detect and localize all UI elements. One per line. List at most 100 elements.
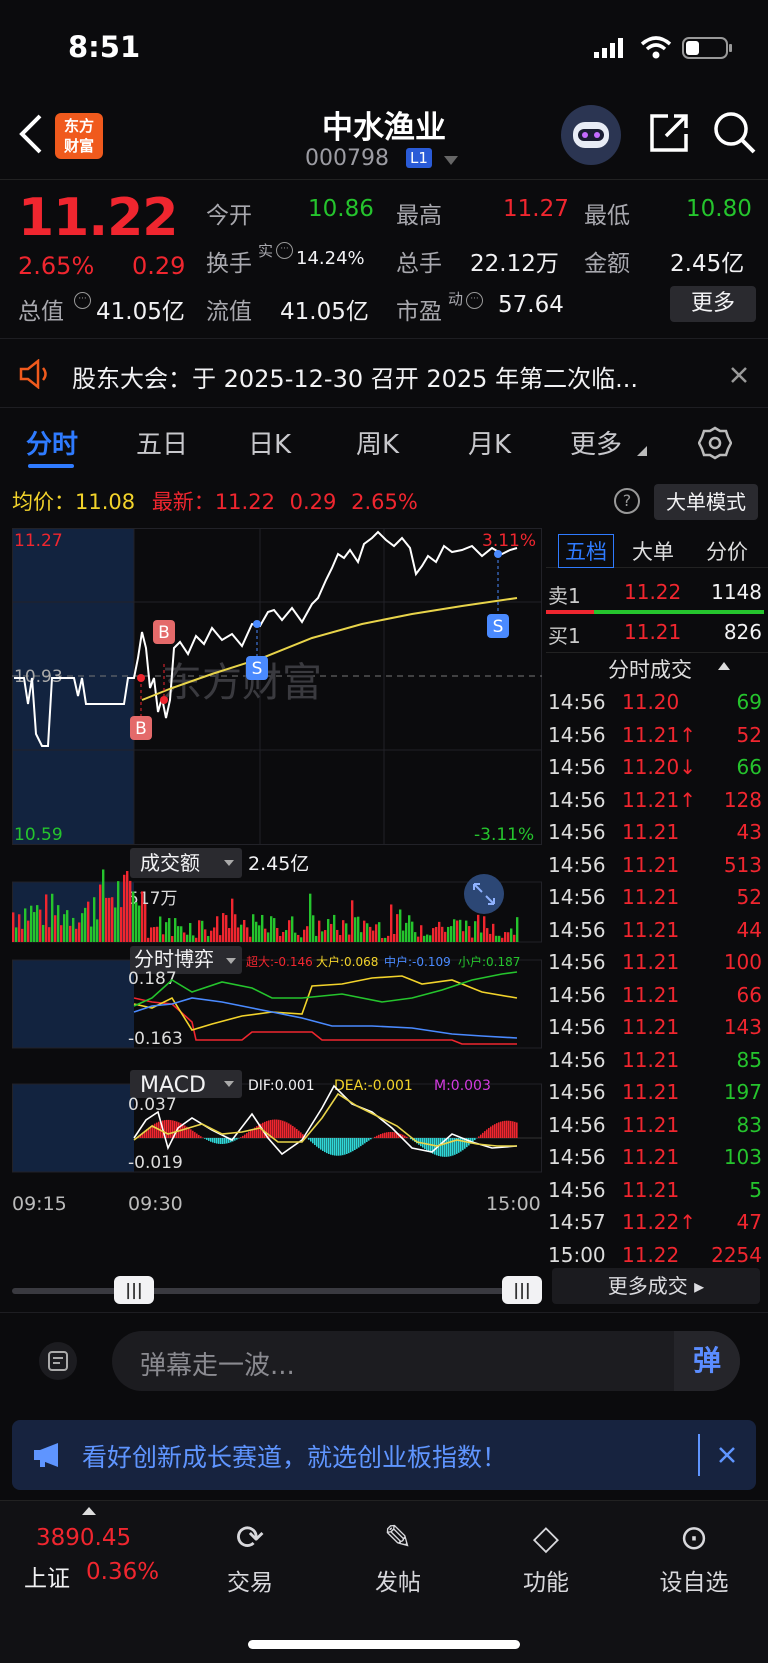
buy1-row: 买1 11.21 826 bbox=[548, 620, 762, 648]
macd-bar bbox=[314, 1138, 316, 1146]
macd-bar bbox=[510, 1120, 512, 1138]
volume-bar bbox=[513, 934, 516, 942]
settings-icon[interactable] bbox=[698, 426, 732, 460]
info-icon[interactable]: ··· bbox=[466, 292, 483, 309]
quote-panel: 11.22 2.65% 0.29 今开 10.86 最高 11.27 最低 10… bbox=[0, 182, 768, 330]
tab-weekly-k[interactable]: 周K bbox=[356, 424, 399, 461]
range-slider-track[interactable] bbox=[12, 1288, 542, 1294]
search-icon[interactable] bbox=[712, 110, 756, 154]
index-pct[interactable]: 0.36% bbox=[86, 1559, 159, 1585]
index-name[interactable]: 上证 bbox=[24, 1559, 70, 1593]
volume-bar bbox=[225, 915, 228, 942]
sell-marker[interactable]: S bbox=[487, 550, 509, 638]
ticks-title[interactable]: 分时成交 bbox=[608, 654, 692, 684]
tab-intraday[interactable]: 分时 bbox=[26, 424, 78, 461]
volume-bar bbox=[252, 914, 255, 942]
index-value[interactable]: 3890.45 bbox=[36, 1525, 131, 1551]
nav-trade[interactable]: ⟳ 交易 bbox=[190, 1515, 310, 1597]
share-icon[interactable] bbox=[648, 112, 690, 154]
macd-bar bbox=[508, 1120, 510, 1138]
level-badge: L1 bbox=[406, 148, 432, 168]
volume-bar bbox=[510, 928, 513, 942]
volume-bar bbox=[408, 915, 411, 942]
volume-bar bbox=[474, 921, 477, 942]
danmu-send-button[interactable]: 弹 bbox=[674, 1331, 740, 1391]
volume-bar bbox=[270, 916, 273, 942]
expand-up-icon[interactable] bbox=[82, 1507, 96, 1515]
macd-bar bbox=[448, 1138, 450, 1157]
tick-row: 14:57 11.22↑ 47 bbox=[548, 1210, 762, 1234]
volume-bar bbox=[42, 924, 45, 942]
chevron-down-icon[interactable] bbox=[444, 156, 458, 166]
macd-bar bbox=[348, 1138, 350, 1154]
chat-icon[interactable] bbox=[38, 1341, 78, 1381]
sort-up-icon bbox=[718, 662, 730, 670]
macd-bar bbox=[292, 1125, 294, 1138]
expand-icon[interactable] bbox=[464, 874, 504, 914]
volume-bar bbox=[186, 934, 189, 942]
volume-bar bbox=[93, 897, 96, 942]
nav-function[interactable]: ◇ 功能 bbox=[486, 1515, 606, 1597]
tab-price-distribution[interactable]: 分价 bbox=[706, 536, 748, 566]
close-icon[interactable] bbox=[730, 366, 748, 384]
volume-bar bbox=[267, 932, 270, 942]
macd-bar bbox=[492, 1125, 494, 1138]
macd-bar bbox=[362, 1138, 364, 1145]
more-trades-button[interactable]: 更多成交 ▸ bbox=[552, 1268, 760, 1304]
volume-bar bbox=[153, 927, 156, 942]
more-button[interactable]: 更多 bbox=[670, 286, 756, 322]
info-icon[interactable]: ··· bbox=[276, 242, 293, 259]
nav-watchlist[interactable]: ⊙ 设自选 bbox=[634, 1515, 754, 1597]
macd-bar bbox=[358, 1138, 360, 1148]
tab-big-order[interactable]: 大单 bbox=[632, 536, 674, 566]
notice-bar[interactable]: 股东大会：于 2025-12-30 召开 2025 年第二次临... bbox=[0, 338, 768, 408]
speaker-icon bbox=[19, 359, 47, 389]
latest-price: 11.22 bbox=[214, 490, 275, 514]
volume-bar bbox=[492, 923, 495, 942]
macd-bar bbox=[214, 1138, 216, 1144]
big-order-mode-button[interactable]: 大单模式 bbox=[654, 484, 758, 520]
volume-bar bbox=[246, 927, 249, 942]
volume-bar bbox=[12, 912, 15, 942]
volume-bar bbox=[192, 935, 195, 942]
volume-bar bbox=[351, 900, 354, 942]
ad-banner[interactable]: 看好创新成长赛道，就选创业板指数！ bbox=[12, 1420, 756, 1490]
tab-more[interactable]: 更多 bbox=[570, 424, 622, 461]
bottom-nav: 3890.45 上证 0.36% ⟳ 交易 ✎ 发帖 ◇ 功能 ⊙ 设自选 bbox=[0, 1500, 768, 1663]
robot-avatar-icon[interactable] bbox=[560, 104, 622, 166]
volume-bar bbox=[54, 915, 57, 942]
volume-bar bbox=[300, 937, 303, 942]
amount-label: 金额 bbox=[584, 251, 630, 277]
macd-bar bbox=[418, 1138, 420, 1145]
volume-bar bbox=[207, 936, 210, 942]
tick-row: 14:56 11.20↓ 66 bbox=[548, 755, 762, 779]
macd-bar bbox=[182, 1124, 184, 1138]
tab-daily-k[interactable]: 日K bbox=[248, 424, 291, 461]
volume-bar bbox=[39, 909, 42, 942]
macd-bar bbox=[310, 1138, 312, 1142]
close-icon[interactable] bbox=[718, 1446, 736, 1464]
macd-bar bbox=[308, 1138, 310, 1140]
volume-bar bbox=[387, 935, 390, 942]
nav-post[interactable]: ✎ 发帖 bbox=[338, 1515, 458, 1597]
volume-bar bbox=[366, 923, 369, 942]
macd-bar bbox=[168, 1119, 170, 1138]
volume-bar bbox=[336, 929, 339, 942]
macd-bar bbox=[300, 1132, 302, 1138]
intraday-chart[interactable]: 东方财富 11.27 10.93 10.59 3.11% -3.11% B B … bbox=[12, 528, 542, 1248]
tab-five-level[interactable]: 五档 bbox=[558, 534, 614, 568]
turnover-sup: 实 bbox=[258, 242, 274, 260]
comment-bar: 弹幕走一波... 弹 bbox=[0, 1312, 768, 1408]
change-pct: 2.65% bbox=[18, 252, 95, 280]
time-start-label: 09:15 bbox=[12, 1193, 67, 1215]
tab-five-day[interactable]: 五日 bbox=[136, 424, 188, 461]
volume-bar bbox=[489, 933, 492, 942]
range-slider-right-handle[interactable]: ||| bbox=[502, 1276, 542, 1304]
tab-monthly-k[interactable]: 月K bbox=[468, 424, 511, 461]
danmu-input[interactable]: 弹幕走一波... 弹 bbox=[112, 1331, 740, 1391]
help-icon[interactable]: ? bbox=[614, 488, 640, 514]
info-icon[interactable]: ··· bbox=[74, 292, 91, 309]
macd-bar bbox=[368, 1138, 370, 1141]
range-slider-left-handle[interactable]: ||| bbox=[114, 1276, 154, 1304]
volume-bar bbox=[195, 937, 198, 942]
